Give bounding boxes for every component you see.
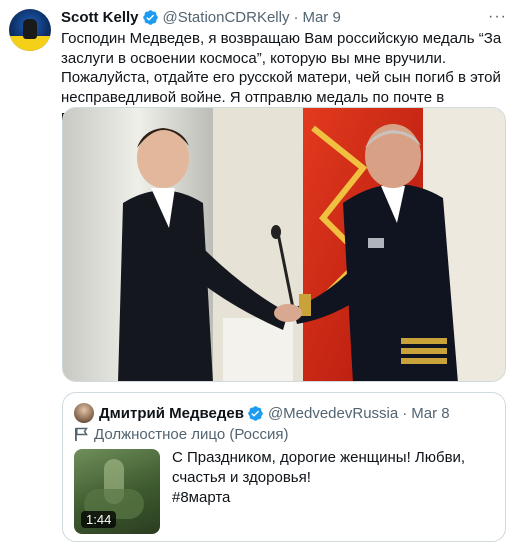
verified-badge-icon — [142, 9, 159, 26]
flag-icon — [74, 427, 88, 442]
quoted-tweet-body: С Праздником, дорогие женщины! Любви, сч… — [172, 449, 466, 486]
separator-dot: · — [402, 404, 408, 422]
more-icon[interactable]: ··· — [488, 8, 507, 26]
tweet-photo[interactable] — [62, 107, 506, 382]
video-thumbnail[interactable]: 1:44 — [74, 449, 160, 534]
tweet-header: Scott Kelly @StationCDRKelly · Mar 9 — [61, 7, 341, 27]
author-avatar[interactable] — [9, 9, 51, 51]
author-name[interactable]: Scott Kelly — [61, 9, 139, 26]
author-handle[interactable]: @StationCDRKelly — [163, 9, 290, 26]
government-label[interactable]: Должностное лицо (Россия) — [74, 426, 289, 443]
tweet-time[interactable]: Mar 9 — [302, 9, 340, 26]
tweet[interactable]: Scott Kelly @StationCDRKelly · Mar 9 ···… — [0, 0, 519, 550]
hashtag-link[interactable]: #8марта — [172, 489, 230, 506]
quoted-tweet-header: Дмитрий Медведев @MedvedevRussia · Mar 8 — [99, 403, 450, 423]
verified-badge-icon — [247, 405, 264, 422]
quoted-author-name[interactable]: Дмитрий Медведев — [99, 405, 244, 422]
government-label-text: Должностное лицо (Россия) — [94, 426, 289, 443]
quoted-author-handle[interactable]: @MedvedevRussia — [268, 405, 398, 422]
separator-dot: · — [293, 8, 299, 26]
quoted-tweet-text: С Праздником, дорогие женщины! Любви, сч… — [172, 448, 497, 508]
quoted-author-avatar[interactable] — [74, 403, 94, 423]
quoted-tweet-time[interactable]: Mar 8 — [411, 405, 449, 422]
video-duration: 1:44 — [81, 511, 117, 528]
avatar-fist — [23, 19, 37, 39]
quoted-tweet[interactable]: Дмитрий Медведев @MedvedevRussia · Mar 8… — [62, 392, 506, 542]
